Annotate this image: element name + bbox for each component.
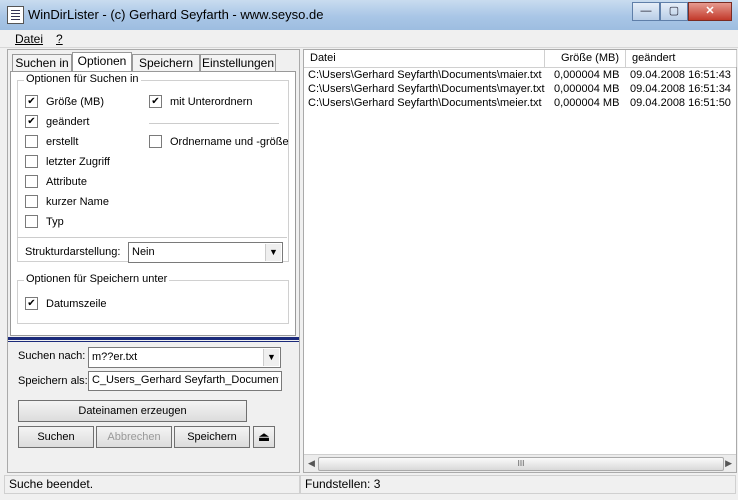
checkbox-attribute-box[interactable] xyxy=(25,175,38,188)
tab-einstellungen[interactable]: Einstellungen xyxy=(200,54,276,72)
checkbox-groesse-box[interactable]: ✔ xyxy=(25,95,38,108)
chevron-down-icon[interactable]: ▼ xyxy=(263,349,279,366)
structure-select[interactable]: Nein ▼ xyxy=(128,242,283,263)
tab-speichern-in[interactable]: Speichern in xyxy=(132,54,200,87)
left-panel: Suchen in Optionen Speichern in Einstell… xyxy=(7,49,300,473)
search-label: Suchen nach: xyxy=(18,350,86,362)
results-list: Datei Größe (MB) geändert C:\Users\Gerha… xyxy=(303,49,737,473)
column-groesse[interactable]: Größe (MB) xyxy=(545,50,626,67)
app-window: WinDirLister - (c) Gerhard Seyfarth - ww… xyxy=(0,0,738,500)
close-button[interactable]: ✕ xyxy=(688,2,732,21)
search-combobox[interactable]: m??er.txt ▼ xyxy=(88,347,281,368)
window-title: WinDirLister - (c) Gerhard Seyfarth - ww… xyxy=(28,7,324,22)
generate-filename-button[interactable]: Dateinamen erzeugen xyxy=(18,400,247,422)
checkbox-unterordner-box[interactable]: ✔ xyxy=(149,95,162,108)
minimize-button[interactable]: — xyxy=(632,2,660,21)
search-button[interactable]: Suchen xyxy=(18,426,94,448)
structure-label: Strukturdarstellung: xyxy=(25,246,121,258)
checkbox-kurzer-name[interactable]: kurzer Name xyxy=(25,195,109,208)
checkbox-letzter-zugriff-box[interactable] xyxy=(25,155,38,168)
structure-divider xyxy=(17,237,287,238)
scrollbar-thumb[interactable]: III xyxy=(318,457,724,471)
tab-optionen[interactable]: Optionen xyxy=(72,52,132,72)
table-row[interactable]: C:\Users\Gerhard Seyfarth\Documents\maie… xyxy=(304,69,736,83)
eject-icon: ⏏ xyxy=(257,429,271,444)
search-options-title: Optionen für Suchen in xyxy=(24,73,141,85)
checkbox-kurzer-name-box[interactable] xyxy=(25,195,38,208)
checkbox-erstellt[interactable]: erstellt xyxy=(25,135,78,148)
checkbox-attribute[interactable]: Attribute xyxy=(25,175,87,188)
panel-splitter[interactable] xyxy=(8,337,299,340)
checkbox-geaendert[interactable]: ✔ geändert xyxy=(25,115,89,128)
options-divider xyxy=(149,123,279,124)
checkbox-datumszeile[interactable]: ✔ Datumszeile xyxy=(25,297,107,310)
status-bar: Suche beendet. Fundstellen: 3 xyxy=(0,473,738,494)
table-header: Datei Größe (MB) geändert xyxy=(304,50,737,68)
table-row[interactable]: C:\Users\Gerhard Seyfarth\Documents\meie… xyxy=(304,97,736,111)
cancel-button[interactable]: Abbrechen xyxy=(96,426,172,448)
options-panel: Optionen für Suchen in ✔ Größe (MB) ✔ geän… xyxy=(10,71,296,336)
checkbox-unterordner[interactable]: ✔ mit Unterordnern xyxy=(149,95,253,108)
title-bar[interactable]: WinDirLister - (c) Gerhard Seyfarth - ww… xyxy=(0,0,738,31)
menu-bar: Datei ? xyxy=(0,30,738,48)
column-geaendert[interactable]: geändert xyxy=(626,50,737,67)
checkbox-typ-box[interactable] xyxy=(25,215,38,228)
menu-datei[interactable]: Datei xyxy=(15,32,43,46)
tab-suchen-in[interactable]: Suchen in xyxy=(12,54,72,72)
status-count: Fundstellen: 3 xyxy=(300,475,736,494)
scroll-left-icon[interactable]: ◀ xyxy=(308,458,315,469)
table-row[interactable]: C:\Users\Gerhard Seyfarth\Documents\maye… xyxy=(304,83,736,97)
checkbox-letzter-zugriff[interactable]: letzter Zugriff xyxy=(25,155,110,168)
app-icon xyxy=(7,6,24,24)
checkbox-ordnername[interactable]: Ordnername und -größe xyxy=(149,135,289,148)
maximize-button[interactable]: ▢ xyxy=(660,2,688,21)
checkbox-groesse[interactable]: ✔ Größe (MB) xyxy=(25,95,104,108)
panel-splitter-line xyxy=(8,341,299,342)
save-as-label: Speichern als: xyxy=(18,375,88,387)
eject-button[interactable]: ⏏ xyxy=(253,426,275,448)
checkbox-typ[interactable]: Typ xyxy=(25,215,64,228)
menu-help[interactable]: ? xyxy=(56,32,63,46)
checkbox-erstellt-box[interactable] xyxy=(25,135,38,148)
save-as-input[interactable]: C_Users_Gerhard Seyfarth_Documents xyxy=(88,371,282,391)
scroll-right-icon[interactable]: ▶ xyxy=(725,458,732,469)
column-datei[interactable]: Datei xyxy=(304,50,545,67)
save-button[interactable]: Speichern xyxy=(174,426,250,448)
chevron-down-icon[interactable]: ▼ xyxy=(265,244,281,261)
checkbox-ordnername-box[interactable] xyxy=(149,135,162,148)
save-options-title: Optionen für Speichern unter xyxy=(24,273,170,285)
horizontal-scrollbar[interactable]: ◀ III ▶ xyxy=(304,454,736,472)
status-text: Suche beendet. xyxy=(4,475,300,494)
checkbox-geaendert-box[interactable]: ✔ xyxy=(25,115,38,128)
checkbox-datumszeile-box[interactable]: ✔ xyxy=(25,297,38,310)
window-controls: — ▢ ✕ xyxy=(632,2,732,21)
